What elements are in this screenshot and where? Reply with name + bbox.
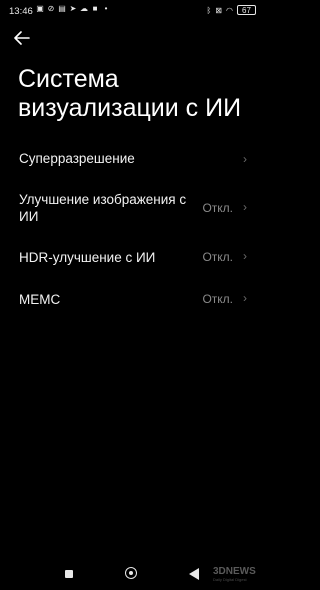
setting-value: Откл. xyxy=(202,201,233,215)
setting-value: Откл. xyxy=(202,250,233,264)
cloud-icon: ☁ xyxy=(80,4,88,13)
setting-ai-hdr-enhancement[interactable]: HDR-улучшение с ИИ Откл. › xyxy=(0,243,265,277)
setting-super-resolution[interactable]: Суперразрешение › xyxy=(0,140,265,176)
setting-memc[interactable]: MEMC Откл. › xyxy=(0,285,265,319)
alarm-off-icon: ⊘ xyxy=(47,4,55,13)
chevron-right-icon: › xyxy=(243,200,247,214)
watermark-logo: 3DNEWS Daily Digital Digest xyxy=(213,566,261,584)
image-icon: ▣ xyxy=(36,4,44,13)
setting-label: MEMC xyxy=(19,292,61,307)
setting-value: Откл. xyxy=(202,292,233,306)
status-bar: 13:46 ▣ ⊘ ▤ ➤ ☁ ■ • ᛒ ⊠ ◠ 67 xyxy=(0,0,265,22)
page-title: Система визуализации с ИИ xyxy=(18,65,242,122)
telegram-icon: ➤ xyxy=(69,4,77,13)
recent-apps-button[interactable] xyxy=(65,570,73,578)
setting-label: Улучшение изображения с ИИ xyxy=(19,192,187,224)
mute-icon: ⊠ xyxy=(215,5,223,15)
battery-icon: 67 xyxy=(237,5,256,15)
system-icons: ᛒ ⊠ ◠ 67 xyxy=(206,5,256,15)
watermark-text: 3DNEWS xyxy=(213,566,256,577)
back-arrow-icon[interactable] xyxy=(14,28,38,48)
status-time: 13:46 xyxy=(9,6,33,17)
chevron-right-icon: › xyxy=(243,291,247,305)
dot-icon: • xyxy=(104,4,108,13)
square-app-icon: ■ xyxy=(92,4,98,13)
chevron-right-icon: › xyxy=(243,152,247,166)
n-badge-icon: ▤ xyxy=(58,4,66,13)
watermark-tagline: Daily Digital Digest xyxy=(213,577,247,582)
setting-label: Суперразрешение xyxy=(19,151,135,166)
wifi-icon: ◠ xyxy=(226,5,233,15)
chevron-right-icon: › xyxy=(243,249,247,263)
notification-icons: ▣ ⊘ ▤ ➤ ☁ ■ • xyxy=(36,5,110,13)
home-button[interactable] xyxy=(125,567,137,579)
back-button[interactable] xyxy=(189,568,199,580)
bluetooth-icon: ᛒ xyxy=(206,5,212,15)
setting-ai-image-enhancement[interactable]: Улучшение изображения с ИИ Откл. › xyxy=(0,188,265,232)
setting-label: HDR-улучшение с ИИ xyxy=(19,250,156,265)
